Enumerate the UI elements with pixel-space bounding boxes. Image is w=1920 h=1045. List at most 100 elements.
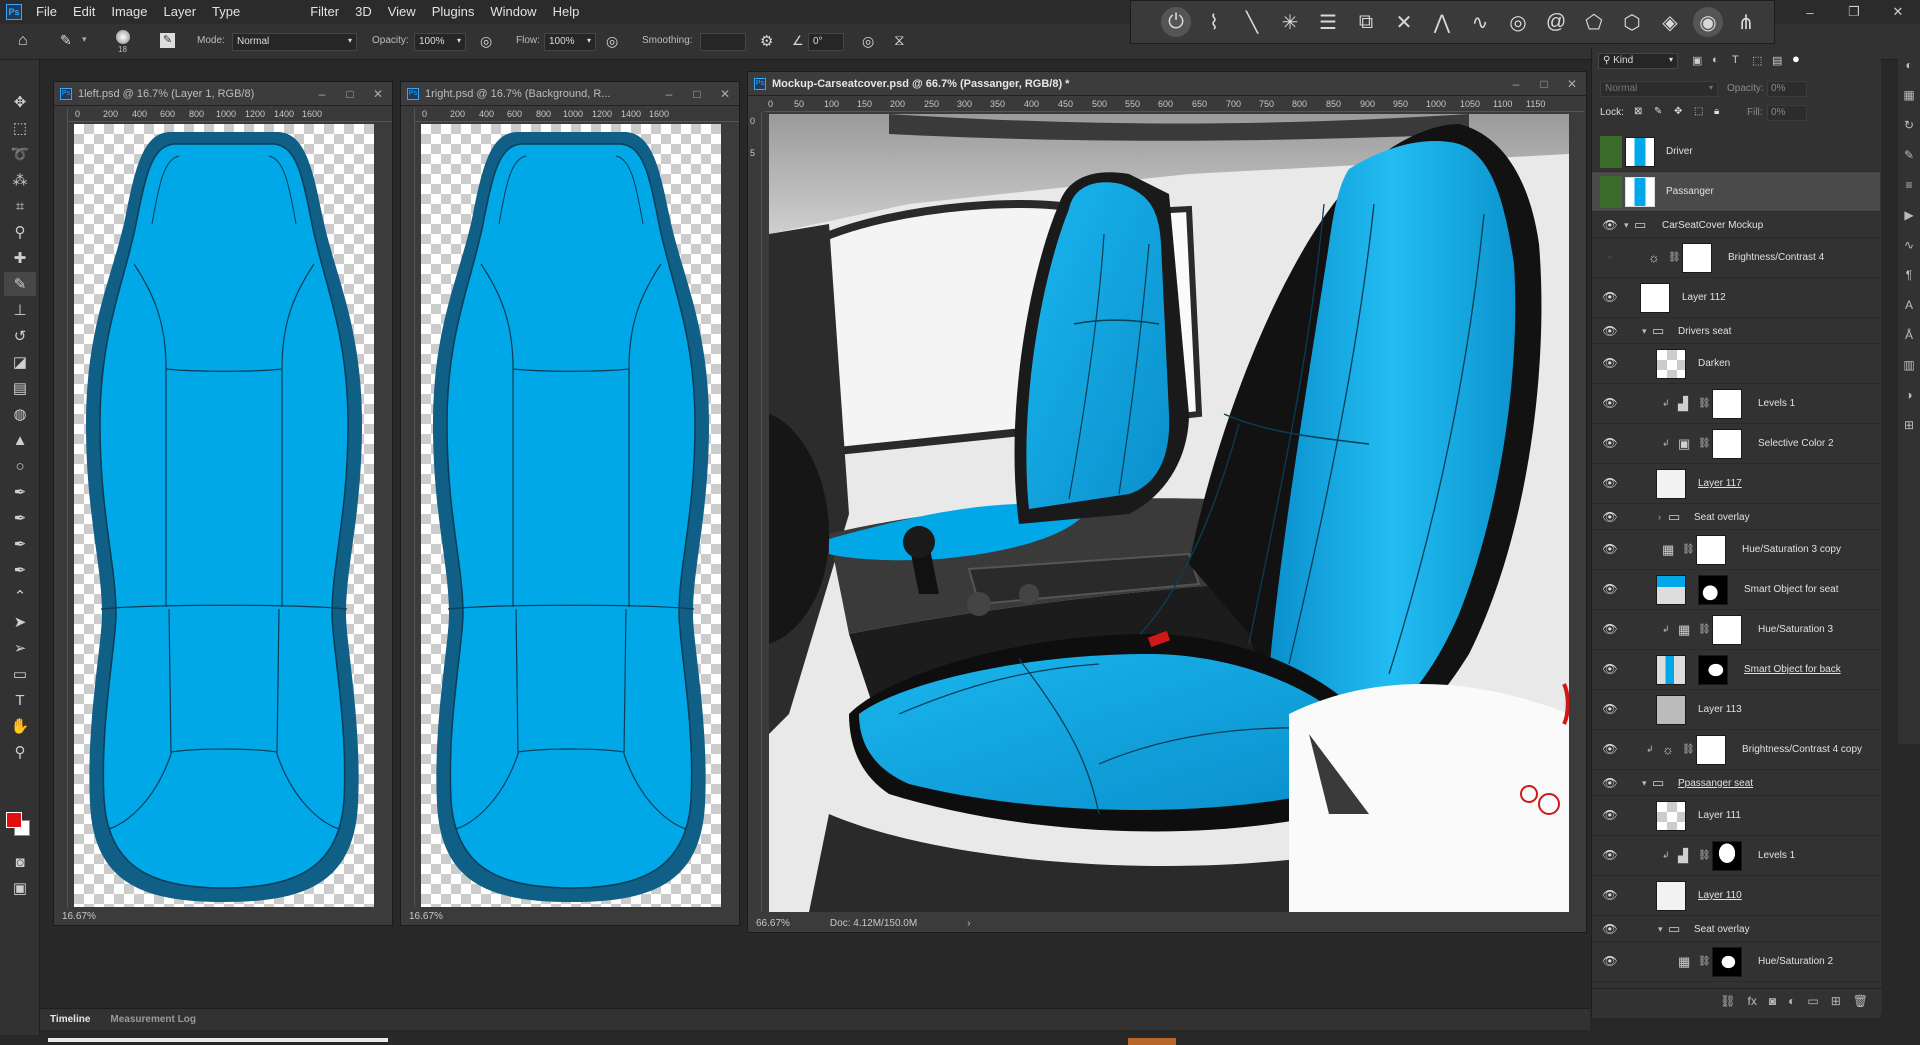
type-tool-icon[interactable]: T [4, 688, 36, 712]
fx-icon[interactable]: fx [1748, 994, 1757, 1008]
canvas-left[interactable] [74, 124, 374, 909]
marquee-tool-icon[interactable]: ⬚ [4, 116, 36, 140]
eraser-icon[interactable]: ◪ [4, 350, 36, 374]
path-selection-icon[interactable]: ➤ [4, 610, 36, 634]
filter-pixel-icon[interactable]: ▣ [1692, 54, 1702, 67]
visibility-eye-icon[interactable]: 👁︎ [1600, 954, 1620, 968]
menu-plugins[interactable]: Plugins [424, 0, 483, 24]
add-anchor-icon[interactable]: ✒ [4, 558, 36, 582]
clone-stamp-icon[interactable]: ⊥ [4, 298, 36, 322]
wave-icon[interactable]: ∿ [1465, 7, 1495, 37]
chevron-down-icon[interactable]: ▾ [1658, 924, 1663, 935]
shape-icon[interactable]: ⬠ [1579, 7, 1609, 37]
circle-guide-icon[interactable]: ◉ [1693, 7, 1723, 37]
hand-tool-icon[interactable]: ✋ [4, 714, 36, 738]
visibility-eye-icon[interactable]: 👁︎ [1600, 218, 1620, 232]
document-window-right[interactable]: Ps 1right.psd @ 16.7% (Background, R... … [400, 81, 740, 926]
visibility-eye-icon[interactable]: 👁︎ [1600, 702, 1620, 716]
dodge-icon[interactable]: ○ [4, 454, 36, 478]
close-button[interactable]: ✕ [1876, 4, 1920, 20]
mockup-canvas[interactable] [769, 114, 1569, 912]
menu-filter[interactable]: Filter [302, 0, 347, 24]
character-icon[interactable]: A [1898, 294, 1920, 316]
doc-maximize-button[interactable]: □ [683, 87, 711, 101]
layer-opacity-input[interactable]: 0% [1767, 81, 1807, 97]
symmetry-icon[interactable]: ⧖ [894, 32, 905, 49]
doc-minimize-button[interactable]: – [655, 87, 683, 101]
layer-row[interactable]: 👁︎ Smart Object for back [1592, 650, 1880, 690]
menu-type[interactable]: Type [204, 0, 248, 24]
opacity-input[interactable]: 100% ▾ [414, 33, 466, 51]
visibility-eye-icon[interactable]: 👁︎ [1600, 510, 1620, 524]
swatches-icon[interactable]: ▦ [1898, 84, 1920, 106]
brush-preset-icon[interactable] [116, 30, 130, 44]
healing-brush-icon[interactable]: ✚ [4, 246, 36, 270]
gradient-icon[interactable]: ▤ [4, 376, 36, 400]
power-icon[interactable]: ⏻ [1161, 7, 1191, 37]
zoom-tool-icon[interactable]: ⚲ [4, 740, 36, 764]
channels-icon[interactable]: ⊞ [1898, 414, 1920, 436]
chevron-down-icon[interactable]: ▾ [82, 34, 87, 45]
eyedropper-icon[interactable]: ⚲ [4, 220, 36, 244]
spiral-icon[interactable]: @ [1541, 7, 1571, 37]
layer-row[interactable]: Driver [1592, 132, 1880, 172]
paths-icon[interactable]: ∿ [1898, 234, 1920, 256]
vanishing-icon[interactable]: ⋔ [1731, 7, 1761, 37]
visibility-eye-icon[interactable]: 👁︎ [1600, 582, 1620, 596]
blend-mode-select[interactable]: Normal ▾ [1600, 81, 1718, 97]
adjustments-icon[interactable]: ◑ [1898, 384, 1920, 406]
visibility-eye-icon[interactable]: 👁︎ [1600, 356, 1620, 370]
menu-window[interactable]: Window [482, 0, 544, 24]
freeform-pen-icon[interactable]: ✒ [4, 532, 36, 556]
visibility-eye-icon[interactable]: 👁︎ [1600, 396, 1620, 410]
parallel-lines-icon[interactable]: ☰ [1313, 7, 1343, 37]
menu-3d[interactable]: 3D [347, 0, 380, 24]
foreground-color-swatch[interactable] [6, 812, 22, 828]
quick-mask-icon[interactable]: ◙ [4, 850, 36, 874]
visibility-eye-icon[interactable]: 👁︎ [1600, 776, 1620, 790]
layer-row[interactable]: Passanger [1592, 172, 1880, 212]
layer-row[interactable]: 👁︎ ▦ ⛓ Hue/Saturation 3 copy [1592, 530, 1880, 570]
brush-settings-icon[interactable]: ✎ [160, 33, 175, 48]
screen-mode-icon[interactable]: ▣ [4, 876, 36, 900]
blur-icon[interactable]: ◍ [4, 402, 36, 426]
gear-icon[interactable]: ⚙ [760, 32, 773, 50]
layer-row[interactable]: 👁︎ Layer 113 [1592, 690, 1880, 730]
status-chevron-icon[interactable]: › [967, 918, 970, 929]
trash-icon[interactable]: 🗑︎ [1853, 994, 1868, 1008]
cross-icon[interactable]: ✕ [1389, 7, 1419, 37]
layer-row[interactable]: 👁︎ ↲ ▦ ⛓ Hue/Saturation 3 [1592, 610, 1880, 650]
minimize-button[interactable]: – [1788, 5, 1832, 20]
layer-row[interactable]: 👁︎ ↲ ▟ ⛓ Levels 1 [1592, 384, 1880, 424]
layer-row[interactable]: 👁︎ ▦ ⛓ Hue/Saturation 2 [1592, 942, 1880, 982]
history-icon[interactable]: ↻ [1898, 114, 1920, 136]
layer-row[interactable]: 👁︎ Layer 110 [1592, 876, 1880, 916]
color-panel-icon[interactable]: ◐ [1898, 54, 1920, 76]
document-tab-left[interactable]: Ps 1left.psd @ 16.7% (Layer 1, RGB/8) – … [54, 82, 392, 106]
doc-maximize-button[interactable]: □ [1530, 77, 1558, 91]
visibility-eye-icon[interactable]: 👁︎ [1600, 436, 1620, 450]
lock-position-icon[interactable]: ✥ [1674, 106, 1682, 117]
lock-all-icon[interactable]: 🔒︎ [1714, 106, 1719, 117]
convert-point-icon[interactable]: ⌃ [4, 584, 36, 608]
actions-icon[interactable]: ▶ [1898, 204, 1920, 226]
visibility-eye-icon[interactable]: 👁︎ [1600, 848, 1620, 862]
pen-tool-icon[interactable]: ✒ [4, 480, 36, 504]
filter-smart-icon[interactable]: ▤ [1772, 54, 1782, 67]
visibility-eye-icon[interactable]: 👁︎ [1600, 888, 1620, 902]
document-window-left[interactable]: Ps 1left.psd @ 16.7% (Layer 1, RGB/8) – … [53, 81, 393, 926]
perspective-icon[interactable]: ⋀ [1427, 7, 1457, 37]
layer-row[interactable]: 👁︎ ↲ ▟ ⛓ Levels 1 [1592, 836, 1880, 876]
sharpen-icon[interactable]: ▲ [4, 428, 36, 452]
pressure-size-icon[interactable]: ◎ [862, 33, 874, 50]
layer-row[interactable]: 👁︎ Layer 111 [1592, 796, 1880, 836]
new-layer-icon[interactable]: ⊞ [1831, 994, 1841, 1008]
doc-minimize-button[interactable]: – [1502, 77, 1530, 91]
frame-icon[interactable]: ⧉ [1351, 7, 1381, 37]
home-icon[interactable]: ⌂ [18, 32, 28, 50]
menu-edit[interactable]: Edit [65, 0, 103, 24]
lock-transparent-icon[interactable]: ⊠ [1634, 106, 1642, 117]
radial-icon[interactable]: ✳ [1275, 7, 1305, 37]
document-tab-mockup[interactable]: Ps Mockup-Carseatcover.psd @ 66.7% (Pass… [748, 72, 1586, 96]
mode-select[interactable]: Normal ▾ [232, 33, 357, 51]
